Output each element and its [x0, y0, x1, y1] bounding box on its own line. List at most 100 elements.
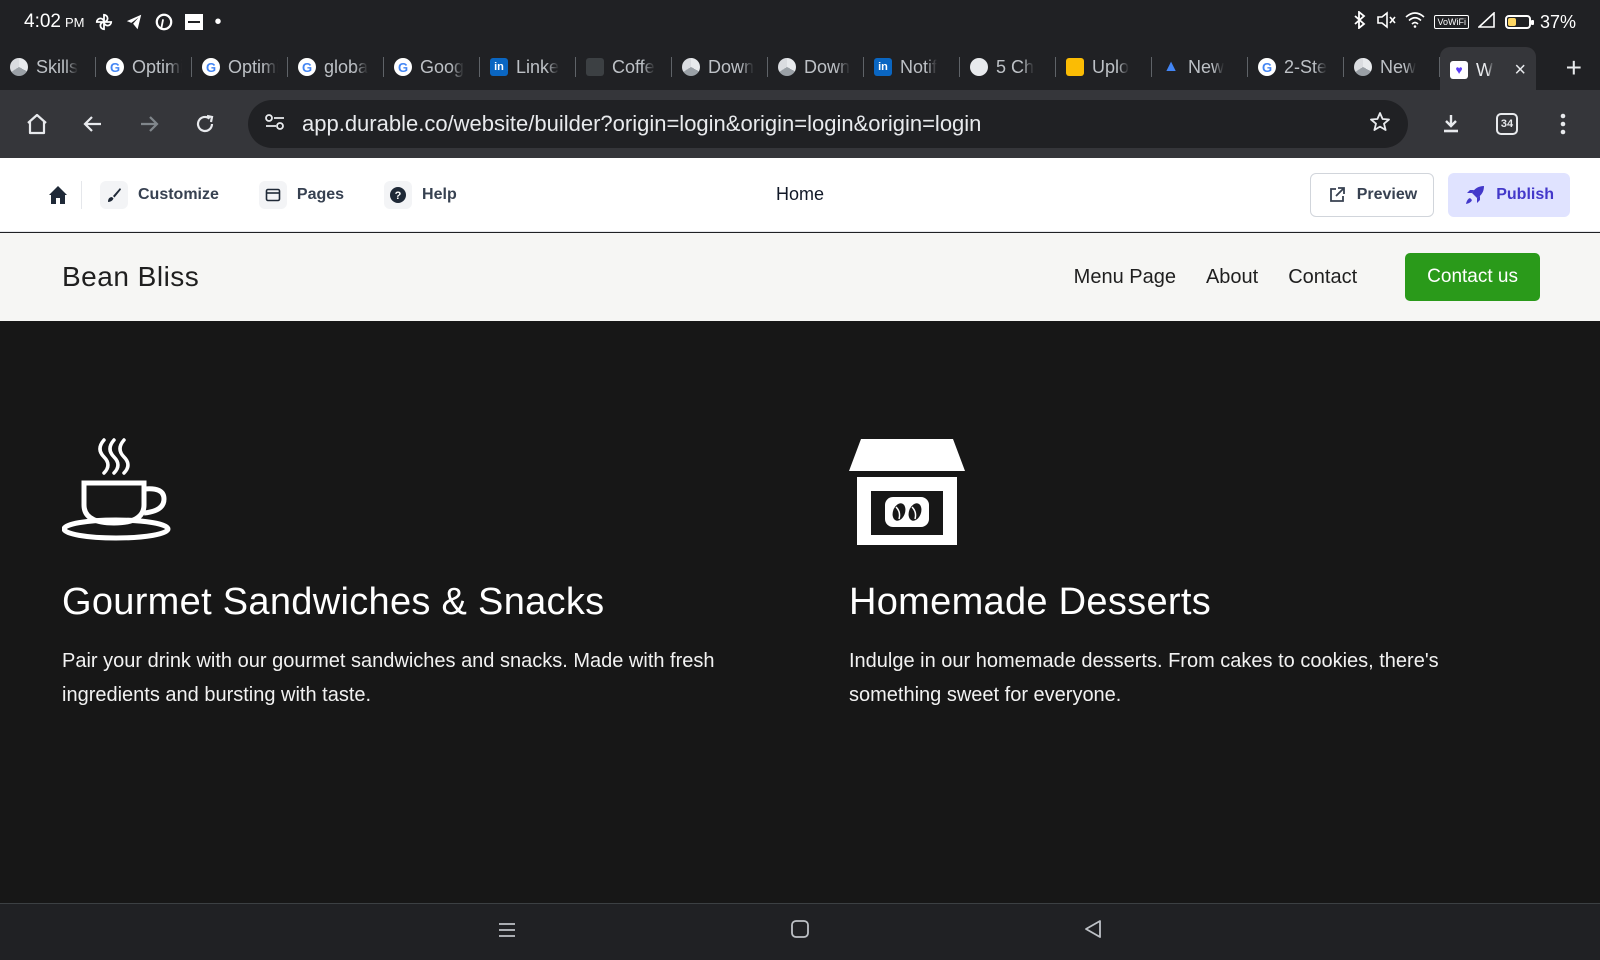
tab-count: 34	[1496, 113, 1518, 135]
tab[interactable]: Down	[672, 47, 768, 87]
help-button[interactable]: ? Help	[384, 180, 457, 209]
tab-active[interactable]: ♥ W ×	[1440, 47, 1536, 93]
pinterest-icon	[154, 12, 174, 32]
tab[interactable]: New	[1344, 47, 1440, 87]
features-section: Gourmet Sandwiches & Snacks Pair your dr…	[0, 321, 1600, 903]
tab[interactable]: G Optimi	[96, 47, 192, 87]
builder-home-button[interactable]	[38, 180, 82, 209]
slack-icon	[586, 58, 604, 76]
google-icon: G	[106, 58, 124, 76]
pinwheel-icon	[94, 12, 114, 32]
back-button[interactable]	[70, 101, 116, 147]
tab-label: W	[1476, 59, 1493, 80]
tab[interactable]: G Optimi	[192, 47, 288, 87]
tab-switcher-button[interactable]: 34	[1484, 101, 1530, 147]
reload-button[interactable]	[182, 101, 228, 147]
tab[interactable]: Down	[768, 47, 864, 87]
tab[interactable]: G 2-Ste	[1248, 47, 1344, 87]
feature-title: Homemade Desserts	[849, 581, 1211, 623]
contact-us-button[interactable]: Contact us	[1405, 253, 1540, 301]
external-link-icon	[1329, 186, 1345, 202]
battery-icon	[1504, 15, 1534, 29]
tab-label: Uplo	[1092, 56, 1130, 77]
tab[interactable]: Ggloba	[288, 47, 384, 87]
tab-label: Down	[804, 56, 851, 77]
current-page-selector[interactable]: Home	[776, 184, 824, 205]
nav-link-contact[interactable]: Contact	[1288, 266, 1357, 289]
google-icon: G	[394, 58, 412, 76]
square-icon	[791, 920, 809, 938]
chrome-icon	[1354, 58, 1372, 76]
tab[interactable]: Coffe	[576, 47, 672, 87]
coffee-shop-icon	[849, 439, 965, 545]
site-nav-links: Menu Page About Contact Contact us	[1074, 253, 1540, 301]
svg-text:?: ?	[395, 190, 402, 202]
tab-label: 2-Ste	[1284, 56, 1328, 77]
new-tab-button[interactable]: +	[1566, 52, 1582, 84]
linkedin-icon: in	[874, 58, 892, 76]
browser-toolbar: app.durable.co/website/builder?origin=lo…	[0, 90, 1600, 158]
menu-lines-icon	[498, 923, 515, 937]
vowifi-badge: VoWiFi	[1434, 15, 1469, 29]
reload-icon	[196, 114, 214, 133]
google-icon: G	[202, 58, 220, 76]
status-time: 4:02	[24, 11, 61, 32]
tab[interactable]: in Linke	[480, 47, 576, 87]
rocket-icon	[1466, 185, 1485, 204]
download-icon	[1444, 115, 1458, 133]
tab-label: globa	[324, 56, 369, 77]
tab-label: 5 Ch	[996, 56, 1035, 77]
android-home-button[interactable]	[790, 918, 810, 946]
preview-button[interactable]: Preview	[1309, 172, 1435, 217]
android-back-button[interactable]	[1083, 918, 1103, 946]
url-text[interactable]: app.durable.co/website/builder?origin=lo…	[302, 111, 1352, 137]
nav-link-menu-page[interactable]: Menu Page	[1074, 266, 1176, 289]
card-icon	[1066, 58, 1084, 76]
tab[interactable]: Skills	[0, 47, 96, 87]
signal-icon	[1476, 10, 1496, 33]
home-icon	[27, 113, 47, 135]
brush-icon	[100, 180, 128, 209]
pages-button[interactable]: Pages	[258, 180, 345, 209]
mute-icon	[1376, 10, 1397, 34]
tab[interactable]: in Notif	[864, 47, 960, 87]
home-button[interactable]	[14, 101, 60, 147]
help-label: Help	[422, 185, 457, 203]
tab[interactable]: G Goog	[384, 47, 480, 87]
feature-card[interactable]: Gourmet Sandwiches & Snacks Pair your dr…	[62, 437, 722, 712]
recent-apps-button[interactable]	[497, 918, 517, 946]
feature-card[interactable]: Homemade Desserts Indulge in our homemad…	[849, 437, 1509, 712]
download-button[interactable]	[1428, 101, 1474, 147]
feature-text: Indulge in our homemade desserts. From c…	[849, 650, 1439, 706]
google-icon: G	[1258, 58, 1276, 76]
customize-label: Customize	[138, 185, 219, 203]
customize-button[interactable]: Customize	[100, 180, 219, 209]
status-right: VoWiFi 37%	[1353, 9, 1576, 34]
pages-label: Pages	[296, 185, 345, 203]
preview-label: Preview	[1356, 185, 1418, 203]
tab[interactable]: Uplo	[1056, 47, 1152, 87]
close-tab-icon[interactable]: ×	[1514, 59, 1526, 82]
arrow-right-icon	[141, 116, 159, 132]
triangle-back-icon	[1085, 920, 1102, 938]
site-navbar: Bean Bliss Menu Page About Contact Conta…	[0, 233, 1600, 321]
wifi-icon	[1405, 11, 1425, 33]
omnibox[interactable]: app.durable.co/website/builder?origin=lo…	[248, 100, 1408, 148]
tab[interactable]: ▲ New	[1152, 47, 1248, 87]
tab-label: New	[1380, 56, 1417, 77]
bookmark-star-button[interactable]	[1368, 110, 1392, 139]
site-settings-icon[interactable]	[264, 112, 286, 137]
site-logo[interactable]: Bean Bliss	[62, 261, 199, 293]
nav-link-about[interactable]: About	[1206, 266, 1258, 289]
status-ampm: PM	[64, 14, 85, 30]
tab-label: Linke	[516, 56, 560, 77]
forward-button[interactable]	[126, 101, 172, 147]
tab-label: Goog	[420, 56, 465, 77]
publish-button[interactable]: Publish	[1448, 172, 1570, 217]
browser-menu-button[interactable]	[1540, 101, 1586, 147]
tab-strip: Skills G Optimi G Optimi Ggloba G Goog in Linke Co…	[0, 44, 1600, 93]
battery-percent: 37%	[1539, 11, 1576, 32]
tab[interactable]: 5 Ch	[960, 47, 1056, 87]
news-app-icon	[184, 12, 204, 32]
coffee-cup-icon	[62, 438, 171, 541]
